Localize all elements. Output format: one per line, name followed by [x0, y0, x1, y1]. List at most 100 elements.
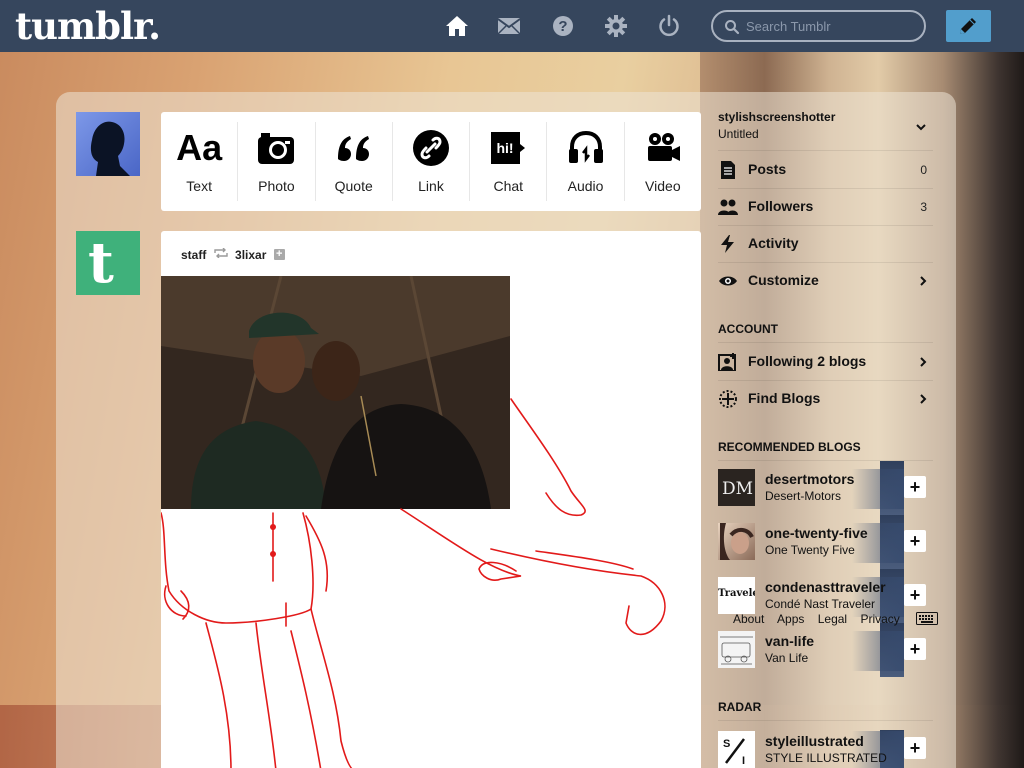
footer-link-legal[interactable]: Legal — [818, 612, 847, 626]
recommended-blog-condenasttraveler[interactable]: Traveler condenasttraveler Condé Nast Tr… — [718, 577, 904, 617]
blog-name: condenasttraveler — [765, 579, 886, 595]
post-type-photo[interactable]: Photo — [238, 122, 316, 201]
user-avatar[interactable] — [76, 112, 140, 176]
sidebar-item-following[interactable]: Following 2 blogs — [718, 343, 933, 380]
sidebar-item-label: Following 2 blogs — [748, 353, 867, 369]
svg-text:S: S — [723, 738, 730, 750]
recommended-blog-desertmotors[interactable]: DM desertmotors Desert-Motors — [718, 469, 904, 509]
post-type-audio[interactable]: Audio — [547, 122, 625, 201]
blog-thumbnail: SI — [718, 731, 755, 768]
chevron-right-icon — [920, 357, 927, 367]
compass-icon — [719, 390, 737, 408]
post-type-text[interactable]: Aa Text — [161, 122, 239, 201]
mail-icon[interactable] — [497, 14, 521, 38]
post-type-label: Link — [418, 178, 444, 194]
post-type-label: Audio — [567, 178, 604, 194]
blog-title: Van Life — [765, 651, 809, 665]
divider — [718, 720, 933, 721]
staff-avatar[interactable]: t — [76, 231, 140, 295]
blog-title: Condé Nast Traveler — [765, 597, 876, 611]
text-icon: Aa — [176, 127, 223, 168]
post-header: staff 3lixar + — [181, 247, 285, 262]
headphones-icon — [568, 130, 603, 163]
quote-icon — [337, 136, 369, 161]
post-type-video[interactable]: Video — [625, 122, 701, 201]
sidebar-item-label: Find Blogs — [748, 390, 821, 406]
blog-name[interactable]: stylishscreenshotter — [718, 110, 938, 124]
video-camera-icon — [647, 133, 680, 161]
sidebar-item-posts[interactable]: Posts 0 — [718, 151, 933, 188]
settings-icon[interactable] — [604, 14, 628, 38]
search-box[interactable] — [711, 10, 926, 42]
sidebar-item-followers[interactable]: Followers 3 — [718, 188, 933, 225]
activity-bolt-icon — [721, 235, 734, 253]
radar-heading: RADAR — [718, 700, 762, 714]
footer-link-privacy[interactable]: Privacy — [860, 612, 899, 626]
follow-blog-button[interactable]: + — [904, 737, 926, 759]
sidebar-item-label: Activity — [748, 235, 799, 251]
post-type-label: Chat — [493, 178, 524, 194]
post-type-label: Text — [186, 178, 212, 194]
reblog-icon — [213, 247, 228, 259]
blog-title: STYLE ILLUSTRATED — [765, 751, 887, 765]
post-type-label: Video — [645, 178, 681, 194]
recommended-blog-van-life[interactable]: van-life Van Life — [718, 631, 904, 671]
chat-icon: hi! — [491, 132, 526, 164]
footer-links: About Apps Legal Privacy — [733, 612, 903, 626]
blog-name: one-twenty-five — [765, 525, 868, 541]
footer-link-about[interactable]: About — [733, 612, 764, 626]
link-icon — [412, 130, 449, 166]
keyboard-icon[interactable] — [916, 612, 938, 625]
post-type-quote[interactable]: Quote — [316, 122, 393, 201]
sidebar-item-customize[interactable]: Customize — [718, 262, 933, 299]
follow-blog-button[interactable]: + — [904, 584, 926, 606]
reblog-source-link[interactable]: 3lixar — [235, 248, 266, 262]
radar-blog-styleillustrated[interactable]: SI styleillustrated STYLE ILLUSTRATED — [718, 731, 904, 768]
compose-pencil-icon — [960, 18, 976, 34]
sidebar-item-label: Posts — [748, 161, 787, 177]
footer-link-apps[interactable]: Apps — [777, 612, 804, 626]
post-type-link[interactable]: Link — [393, 122, 471, 201]
chevron-down-icon[interactable] — [915, 121, 927, 133]
post-type-label: Photo — [258, 178, 295, 194]
followers-icon — [718, 199, 738, 215]
tumblr-logo[interactable]: tumblr. — [15, 4, 161, 48]
post-type-chat[interactable]: hi! Chat — [470, 122, 548, 201]
tumblr-t-logo: t — [88, 231, 114, 295]
camera-icon — [258, 133, 295, 164]
help-icon[interactable]: ? — [551, 14, 575, 38]
sidebar-item-activity[interactable]: Activity — [718, 225, 933, 262]
follow-button[interactable]: + — [273, 249, 285, 261]
top-navigation-bar: tumblr. ? — [0, 0, 1024, 52]
post-author-link[interactable]: staff — [181, 248, 206, 262]
power-icon[interactable] — [657, 14, 681, 38]
home-icon[interactable] — [445, 14, 469, 38]
sidebar-item-label: Followers — [748, 198, 814, 214]
svg-text:?: ? — [558, 18, 567, 35]
sidebar-item-find-blogs[interactable]: Find Blogs — [718, 380, 933, 417]
recommended-blog-one-twenty-five[interactable]: one-twenty-five One Twenty Five — [718, 523, 904, 563]
svg-text:I: I — [742, 755, 745, 767]
posts-icon — [721, 161, 735, 179]
search-input[interactable] — [746, 17, 916, 35]
follow-blog-button[interactable]: + — [904, 476, 926, 498]
blog-thumbnail — [718, 523, 755, 560]
post-photo[interactable] — [161, 276, 510, 509]
follow-blog-button[interactable]: + — [904, 530, 926, 552]
search-icon — [725, 20, 740, 35]
account-heading: ACCOUNT — [718, 322, 778, 336]
blog-thumbnail: DM — [718, 469, 755, 506]
blog-thumbnail: Traveler — [718, 577, 755, 614]
chevron-right-icon — [920, 394, 927, 404]
posts-count: 0 — [920, 163, 927, 177]
compose-button[interactable] — [946, 10, 991, 42]
chevron-right-icon — [920, 276, 927, 286]
blog-name: desertmotors — [765, 471, 855, 487]
recommended-blogs-heading: RECOMMENDED BLOGS — [718, 440, 861, 454]
follow-blog-button[interactable]: + — [904, 638, 926, 660]
svg-text:hi!: hi! — [497, 140, 514, 156]
following-icon — [718, 353, 736, 371]
blog-name: styleillustrated — [765, 733, 864, 749]
dashboard-post: staff 3lixar + — [161, 231, 701, 768]
followers-count: 3 — [920, 200, 927, 214]
